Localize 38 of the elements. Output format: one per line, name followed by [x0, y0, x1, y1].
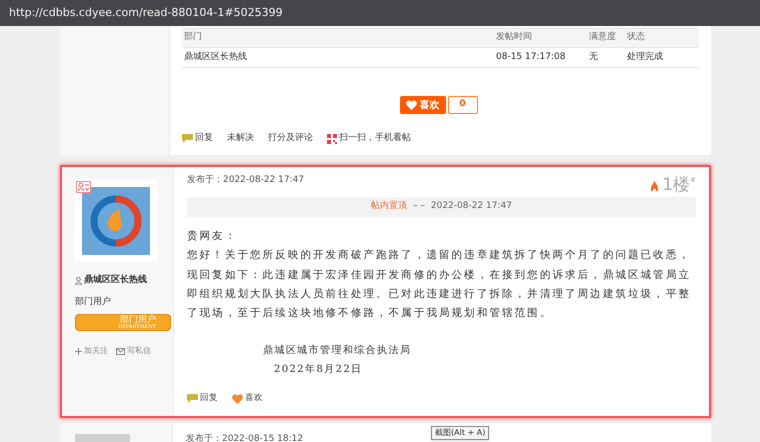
heart-icon [232, 394, 243, 404]
action-link[interactable]: 扫一扫，手机看帖 [327, 132, 411, 146]
pinned-by: – – [413, 200, 425, 214]
column-header: 满意度 [589, 31, 617, 44]
url-text: http://cdbbs.cdyee.com/read-880104-1#5025399 [9, 4, 283, 21]
post-date: 发布于：2022-08-22 17:47 [187, 174, 304, 187]
user-icon [75, 276, 82, 285]
body-paragraph: 您好！关于您所反映的开发商破产跑路了，遗留的违章建筑拆了快两个月了的问题已收悉，现回复如下：此违建属于宏泽佳园开发商修的办公楼，在接到您的诉求后，鼎城区城管局立即组织规划大队执法人员前往处理。已对此违建进行了拆除，并清理了周边建筑垃圾，平整了现场，至于后续这块地修不修路，不属于我局规划和管辖范围。 [187, 248, 692, 322]
avatar-placeholder [75, 434, 130, 442]
body-paragraph: 贵网友： [187, 229, 238, 244]
action-link[interactable]: 回复 [187, 392, 218, 406]
table-cell-text: 08-15 17:17:08 [496, 50, 566, 64]
column-header: 发帖时间 [496, 31, 533, 44]
logo-avatar-icon [82, 187, 150, 255]
heart-icon [406, 100, 416, 110]
tooltip: 截图(Alt + A) [431, 426, 490, 440]
table-cell-text: 鼎城区区长热线 [184, 50, 248, 64]
action-link[interactable]: 回复 [182, 132, 213, 146]
user-group: 部门用户 [75, 296, 173, 309]
action-link[interactable]: 未解决 [227, 132, 254, 146]
speech-bubble-icon [187, 394, 198, 404]
table-cell-text: 处理完成 [627, 50, 664, 64]
column-header: 状态 [627, 31, 646, 44]
badge-title: 部门用户 [120, 316, 156, 324]
speech-bubble-icon [182, 134, 193, 144]
qr-code-icon [327, 134, 337, 144]
signature-line: 2022年8月22日 [273, 363, 364, 378]
post-date: 发布于：2022-08-15 18:12 [186, 434, 304, 442]
column-header: 部门 [184, 31, 203, 44]
table-cell-text: 无 [589, 50, 599, 64]
pinned-time: 2022-08-22 17:47 [430, 200, 512, 214]
like-count: 0 [448, 96, 478, 114]
action-link[interactable]: 喜欢 [232, 392, 263, 406]
action-link[interactable]: 打分及评论 [268, 132, 313, 146]
plus-icon [75, 348, 82, 354]
envelope-icon [116, 348, 125, 354]
author-name[interactable]: 鼎城区区长热线 [84, 274, 147, 288]
signature-line: 鼎城区城市管理和综合执法局 [263, 344, 412, 358]
